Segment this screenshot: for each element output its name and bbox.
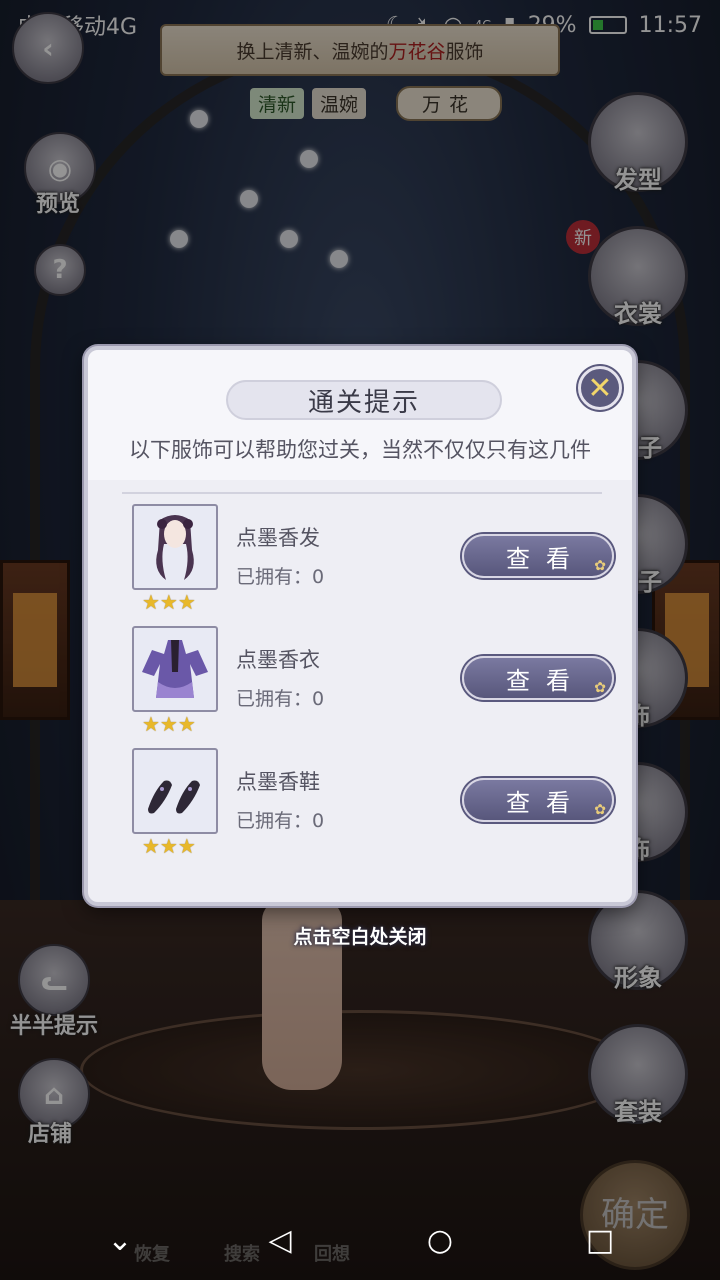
nav-home-icon[interactable]: ○ [410, 1223, 470, 1258]
nav-back-icon[interactable]: ◁ [250, 1223, 310, 1258]
dialog-title: 通关提示 [226, 380, 502, 420]
hint-item-row: ★★★ 点墨香衣 已拥有：0 查看 [112, 616, 614, 738]
close-button[interactable]: ✕ [578, 366, 622, 410]
system-nav-bar: ⌄ ◁ ○ □ [0, 1200, 720, 1280]
item-name: 点墨香衣 [236, 648, 320, 672]
view-button[interactable]: 查看 [462, 778, 614, 822]
item-owned-count: 已拥有：0 [236, 688, 325, 710]
view-button[interactable]: 查看 [462, 534, 614, 578]
hint-item-row: ★★★ 点墨香发 已拥有：0 查看 [112, 494, 614, 616]
item-name: 点墨香发 [236, 526, 320, 550]
dialog-subtitle: 以下服饰可以帮助您过关，当然不仅仅只有这几件 [129, 438, 591, 462]
rarity-stars: ★★★ [142, 712, 196, 736]
rarity-stars: ★★★ [142, 590, 196, 614]
nav-recents-icon[interactable]: □ [570, 1223, 630, 1258]
item-owned-count: 已拥有：0 [236, 810, 325, 832]
shoes-icon[interactable] [132, 748, 218, 834]
view-button[interactable]: 查看 [462, 656, 614, 700]
rarity-stars: ★★★ [142, 834, 196, 858]
item-name: 点墨香鞋 [236, 770, 320, 794]
hint-item-row: ★★★ 点墨香鞋 已拥有：0 查看 [112, 738, 614, 860]
collapse-icon[interactable]: ⌄ [90, 1223, 150, 1258]
hair-icon[interactable] [132, 504, 218, 590]
item-owned-count: 已拥有：0 [236, 566, 325, 588]
clear-hint-dialog: 通关提示 以下服饰可以帮助您过关，当然不仅仅只有这几件 ✕ ★★★ 点墨香发 已… [84, 346, 636, 906]
dress-icon[interactable] [132, 626, 218, 712]
tap-to-close-hint: 点击空白处关闭 [293, 926, 427, 948]
hint-item-list: ★★★ 点墨香发 已拥有：0 查看 ★★★ 点墨香衣 已拥有：0 查看 [112, 494, 614, 860]
